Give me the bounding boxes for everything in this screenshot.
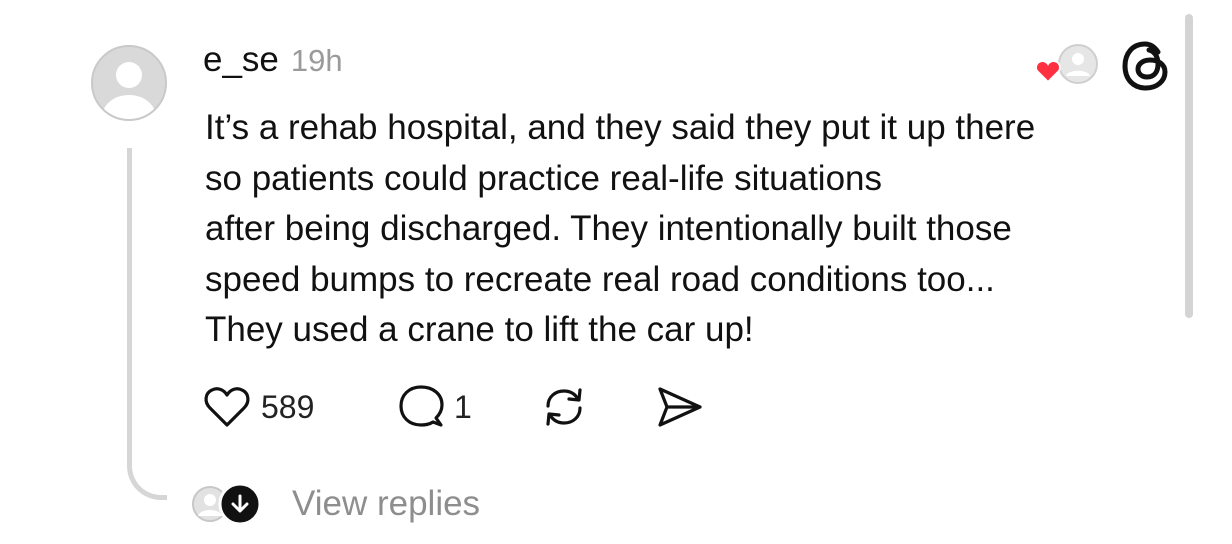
default-avatar-icon	[102, 62, 156, 119]
author-liked-badge	[1034, 42, 1098, 90]
post-text-line: so patients could practice real-life sit…	[205, 158, 883, 198]
reply-count: 1	[454, 388, 472, 425]
post-text-line: They used a crane to lift the car up!	[205, 310, 754, 349]
view-replies-button[interactable]: View replies	[190, 482, 480, 526]
share-button[interactable]	[656, 382, 704, 432]
like-count: 589	[261, 388, 315, 425]
post-body: It’s a rehab hospital, and they said the…	[205, 103, 1165, 356]
post-time: 19h	[290, 43, 343, 78]
comment-bubble-icon	[399, 385, 444, 427]
thread-connector-line	[127, 148, 167, 500]
post-header: e_se 19h	[203, 40, 343, 80]
repost-icon	[546, 388, 582, 426]
author-avatar[interactable]	[91, 45, 167, 121]
reply-avatars	[190, 482, 266, 526]
post-text-line: It’s a rehab hospital, and they said the…	[205, 108, 1036, 147]
post-text-line: after being discharged. They intentional…	[205, 209, 1012, 248]
scrollbar-thumb[interactable]	[1185, 14, 1193, 318]
threads-logo[interactable]	[1120, 40, 1172, 92]
threads-logo-icon	[1122, 41, 1168, 91]
heart-icon	[204, 387, 250, 427]
post-text-line: speed bumps to recreate real road condit…	[205, 259, 995, 299]
reply-button[interactable]: 1	[398, 382, 472, 432]
arrow-down-icon	[231, 494, 249, 513]
like-button[interactable]: 589	[203, 382, 314, 432]
view-replies-label: View replies	[292, 484, 481, 523]
heart-badge-avatar-icon	[1034, 44, 1098, 84]
username[interactable]: e_se	[203, 40, 279, 80]
send-icon	[658, 387, 702, 427]
repost-button[interactable]	[540, 382, 588, 432]
